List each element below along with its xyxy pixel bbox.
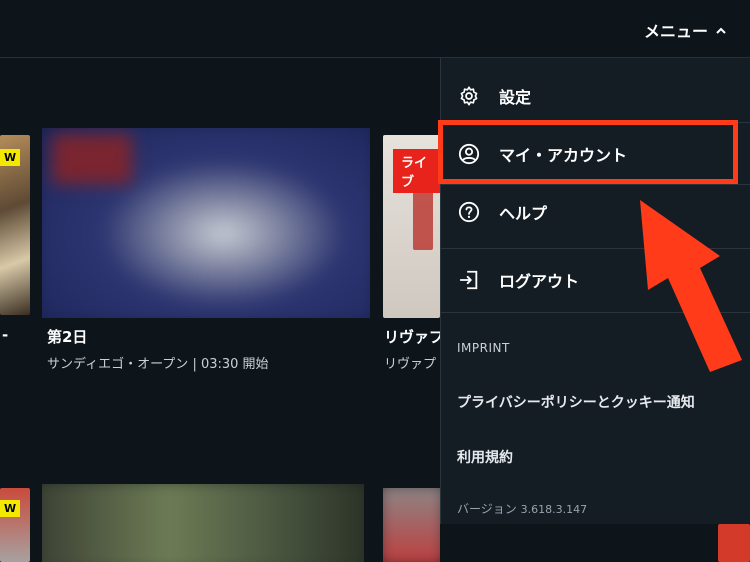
annotation-arrow-icon bbox=[640, 200, 742, 372]
